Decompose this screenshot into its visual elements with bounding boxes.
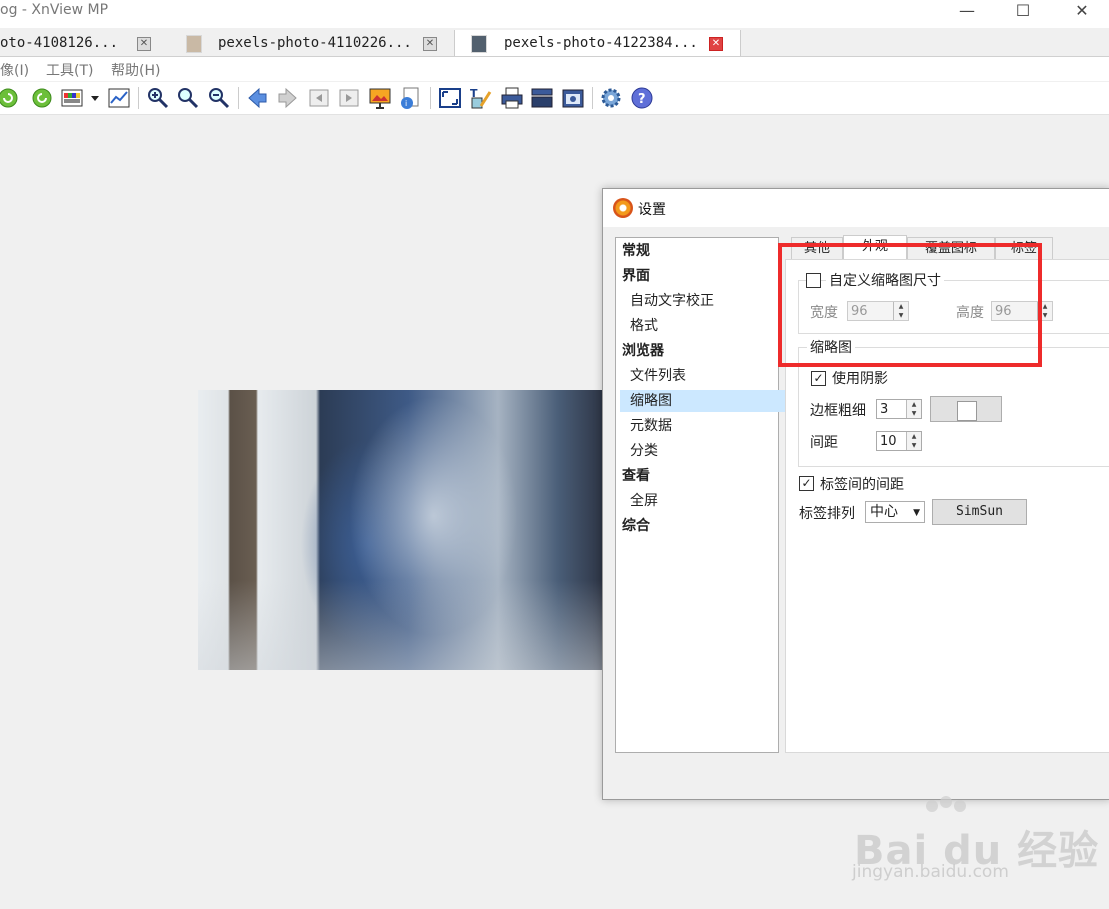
baidu-watermark: Bai du 经验 jingyan.baidu.com bbox=[850, 796, 1109, 896]
xnview-logo-icon bbox=[613, 198, 633, 218]
label-align-select[interactable]: 中心 ▼ bbox=[865, 501, 925, 523]
color-swatch bbox=[957, 401, 977, 421]
nav-item-autocorrect[interactable]: 自动文字校正 bbox=[616, 290, 792, 312]
nav-item-format[interactable]: 格式 bbox=[616, 315, 792, 337]
nav-item-thumbnail[interactable]: 缩略图 bbox=[620, 390, 785, 412]
scan-icon[interactable] bbox=[530, 86, 554, 110]
document-tab-1[interactable]: oto-4108126... ✕ bbox=[0, 30, 166, 56]
print-icon[interactable] bbox=[500, 86, 524, 110]
spacing-label: 间距 bbox=[810, 435, 838, 451]
nav-item-view[interactable]: 查看 bbox=[616, 465, 784, 487]
toolbar-separator bbox=[238, 87, 239, 109]
capture-icon[interactable] bbox=[561, 86, 585, 110]
title-bar: og - XnView MP — ☐ ✕ bbox=[0, 0, 1109, 28]
first-page-icon[interactable] bbox=[307, 86, 331, 110]
menu-help[interactable]: 帮助(H) bbox=[111, 60, 160, 80]
tab-label: pexels-photo-4122384... bbox=[504, 35, 698, 51]
tab-label: pexels-photo-4110226... bbox=[218, 35, 412, 51]
photo-floor-shading bbox=[198, 580, 604, 670]
document-tab-3[interactable]: pexels-photo-4122384... ✕ bbox=[454, 30, 741, 56]
toolbar-separator bbox=[592, 87, 593, 109]
document-tab-2[interactable]: pexels-photo-4110226... ✕ bbox=[170, 30, 450, 56]
shadow-label: 使用阴影 bbox=[832, 371, 888, 387]
nav-item-general[interactable]: 常规 bbox=[616, 240, 784, 262]
label-spacing-label: 标签间的间距 bbox=[820, 477, 904, 493]
menu-image[interactable]: 像(I) bbox=[0, 60, 29, 80]
spin-arrows-icon[interactable]: ▲ ▼ bbox=[906, 400, 921, 418]
nav-item-metadata[interactable]: 元数据 bbox=[616, 415, 792, 437]
watermark-url: jingyan.baidu.com bbox=[852, 862, 1009, 882]
checkmark-icon: ✓ bbox=[813, 371, 824, 385]
font-button[interactable]: SimSun bbox=[932, 499, 1027, 525]
nav-item-interface[interactable]: 界面 bbox=[616, 265, 784, 287]
tab-close-icon[interactable]: ✕ bbox=[423, 37, 437, 51]
next-icon[interactable] bbox=[276, 86, 300, 110]
menu-tools[interactable]: 工具(T) bbox=[46, 60, 93, 80]
levels-icon[interactable] bbox=[107, 86, 131, 110]
border-color-button[interactable] bbox=[930, 396, 1002, 422]
border-width-label: 边框粗细 bbox=[810, 403, 866, 419]
toolbar-separator bbox=[138, 87, 139, 109]
slideshow-icon[interactable] bbox=[368, 86, 392, 110]
nav-item-file-list[interactable]: 文件列表 bbox=[616, 365, 792, 387]
window-title: og - XnView MP bbox=[0, 2, 109, 18]
maximize-button[interactable]: ☐ bbox=[1000, 0, 1046, 28]
tab-close-icon[interactable]: ✕ bbox=[709, 37, 723, 51]
fullscreen-icon[interactable] bbox=[438, 86, 462, 110]
zoom-in-icon[interactable] bbox=[146, 86, 170, 110]
svg-text:?: ? bbox=[638, 92, 646, 107]
help-icon[interactable]: ? bbox=[630, 86, 654, 110]
dropdown-arrow-icon[interactable] bbox=[88, 86, 102, 110]
tab-close-icon[interactable]: ✕ bbox=[137, 37, 151, 51]
label-align-label: 标签排列 bbox=[799, 506, 855, 522]
rotate-left-icon[interactable] bbox=[0, 86, 20, 110]
last-page-icon[interactable] bbox=[337, 86, 361, 110]
label-align-value: 中心 bbox=[870, 504, 898, 520]
tab-thumbnail-icon bbox=[471, 35, 487, 53]
settings-category-tree: 常规 界面 自动文字校正 格式 浏览器 文件列表 缩略图 元数据 分类 查看 全… bbox=[615, 237, 785, 753]
minimize-button[interactable]: — bbox=[944, 0, 990, 28]
settings-icon[interactable] bbox=[599, 86, 623, 110]
dialog-title-bar: 设置 bbox=[603, 189, 1109, 227]
zoom-fit-icon[interactable] bbox=[176, 86, 200, 110]
edit-text-icon[interactable]: T bbox=[469, 86, 493, 110]
chevron-down-icon: ▼ bbox=[913, 508, 920, 518]
spacing-spinbox[interactable]: 10 ▲ ▼ bbox=[876, 431, 922, 451]
document-tab-bar: oto-4108126... ✕ pexels-photo-4110226...… bbox=[0, 28, 1109, 57]
zoom-out-icon[interactable] bbox=[207, 86, 231, 110]
label-spacing-checkbox[interactable]: ✓ bbox=[799, 476, 814, 491]
checkmark-icon: ✓ bbox=[801, 476, 812, 490]
nav-item-browser[interactable]: 浏览器 bbox=[616, 340, 784, 362]
rotate-right-icon[interactable] bbox=[30, 86, 54, 110]
highlight-box bbox=[778, 243, 1042, 367]
toolbar: i T ? bbox=[0, 82, 1109, 115]
spacing-value: 10 bbox=[880, 434, 897, 449]
nav-item-integration[interactable]: 综合 bbox=[616, 515, 784, 537]
border-width-value: 3 bbox=[880, 402, 889, 417]
tab-thumbnail-icon bbox=[186, 35, 202, 53]
nav-item-fullscreen[interactable]: 全屏 bbox=[616, 490, 792, 512]
properties-icon[interactable]: i bbox=[398, 86, 422, 110]
dialog-title: 设置 bbox=[638, 202, 666, 218]
displayed-photo bbox=[198, 390, 604, 670]
menu-bar: 像(I) 工具(T) 帮助(H) bbox=[0, 57, 1109, 81]
border-width-spinbox[interactable]: 3 ▲ ▼ bbox=[876, 399, 922, 419]
nav-item-category[interactable]: 分类 bbox=[616, 440, 792, 462]
color-adjust-icon[interactable] bbox=[60, 86, 84, 110]
tab-label: oto-4108126... bbox=[0, 35, 119, 51]
close-button[interactable]: ✕ bbox=[1059, 0, 1105, 28]
toolbar-separator bbox=[430, 87, 431, 109]
shadow-checkbox[interactable]: ✓ bbox=[811, 371, 826, 386]
svg-text:i: i bbox=[405, 99, 407, 108]
previous-icon[interactable] bbox=[245, 86, 269, 110]
spin-arrows-icon[interactable]: ▲ ▼ bbox=[906, 432, 921, 450]
